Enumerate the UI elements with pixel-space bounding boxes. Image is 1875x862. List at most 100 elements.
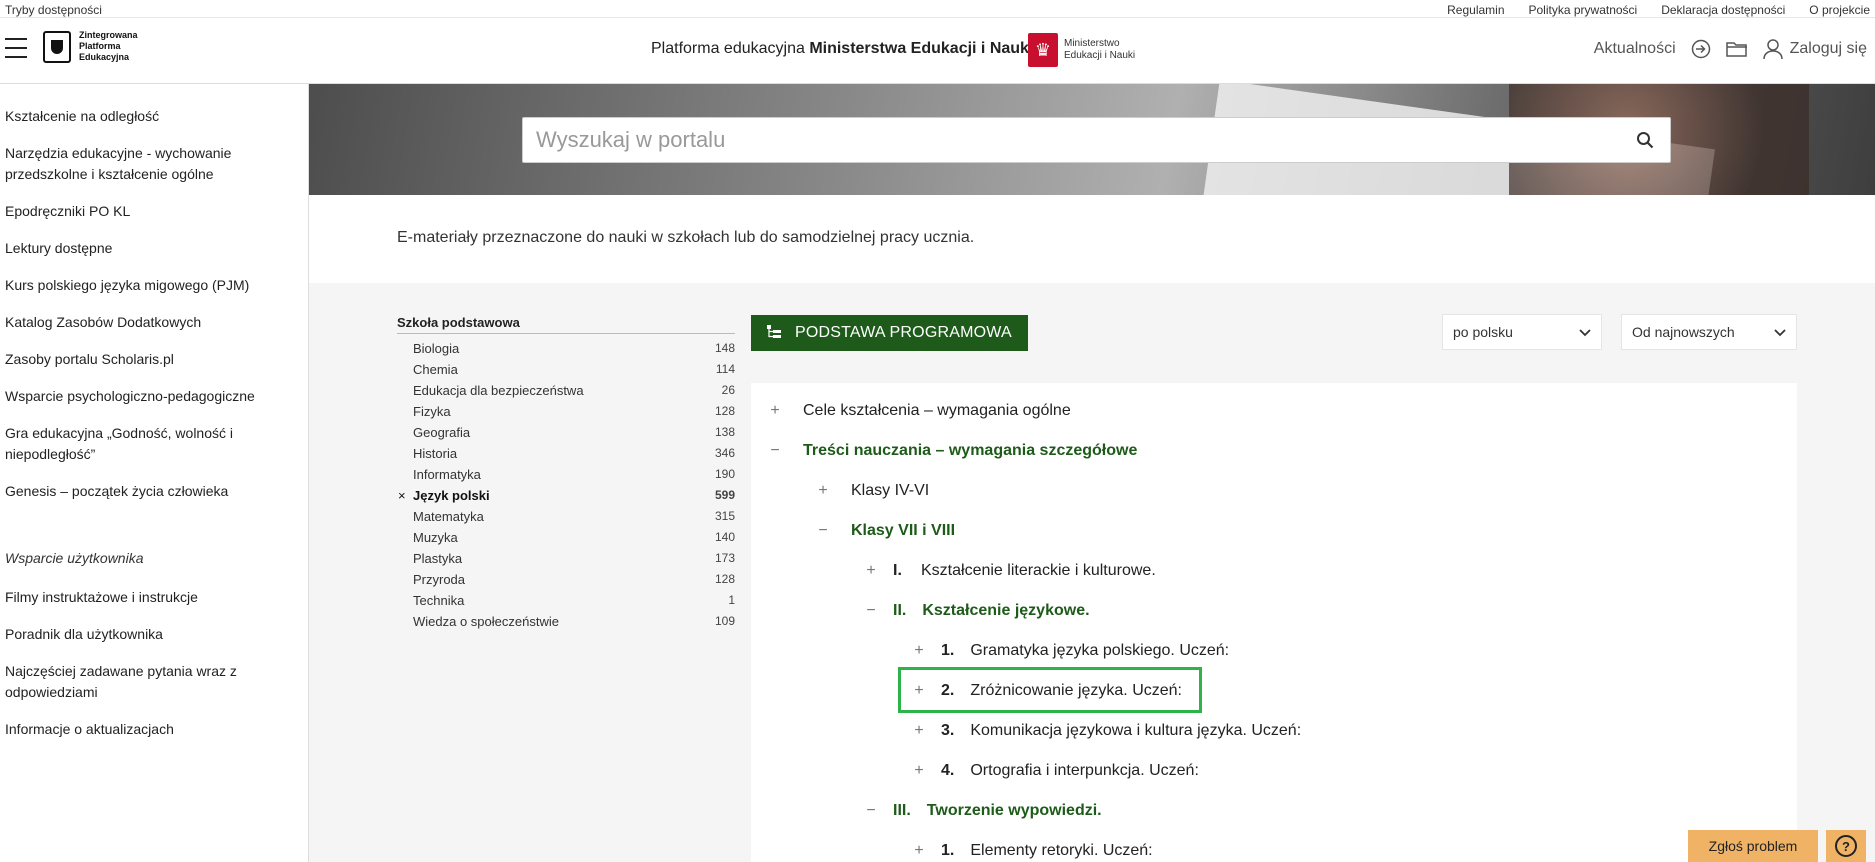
tree-row[interactable]: + Cele kształcenia – wymagania ogólne <box>765 399 1070 423</box>
expand-icon[interactable]: + <box>765 402 785 420</box>
utility-bar: Tryby dostępności Regulamin Polityka pry… <box>0 0 1875 18</box>
collapse-icon[interactable]: − <box>861 802 881 820</box>
subject-filter-item[interactable]: Wiedza o społeczeństwie 109 <box>397 611 735 632</box>
sign-in-icon[interactable] <box>1690 38 1712 60</box>
tree-row[interactable]: − III. Tworzenie wypowiedzi. <box>861 799 1101 823</box>
expand-icon[interactable]: + <box>909 682 929 700</box>
close-icon[interactable]: × <box>398 485 406 506</box>
chevron-down-icon <box>1579 324 1591 340</box>
question-mark-icon: ? <box>1835 835 1857 857</box>
tree-row[interactable]: +1. Gramatyka języka polskiego. Uczeń: <box>909 639 1229 663</box>
subject-filter-item[interactable]: Historia 346 <box>397 443 735 464</box>
subject-name: Biologia <box>413 341 460 356</box>
expand-icon[interactable]: + <box>909 842 929 860</box>
subject-filter-item[interactable]: Przyroda 128 <box>397 569 735 590</box>
sidebar-item-readings[interactable]: Lektury dostępne <box>0 238 117 259</box>
sort-select[interactable]: Od najnowszych <box>1621 314 1797 350</box>
collapse-icon[interactable]: − <box>813 522 833 540</box>
expand-icon[interactable]: + <box>813 482 833 500</box>
tree-row[interactable]: − II. Kształcenie językowe. <box>861 599 1089 623</box>
search-bar <box>522 117 1671 163</box>
subject-filter-item[interactable]: Edukacja dla bezpieczeństwa 26 <box>397 380 735 401</box>
tree-row-number: 1. <box>941 842 955 859</box>
login-link[interactable]: Zaloguj się <box>1790 40 1867 58</box>
sidebar-item-guide[interactable]: Poradnik dla użytkownika <box>0 624 168 645</box>
sidebar-item-genesis[interactable]: Genesis – początek życia człowieka <box>0 481 233 502</box>
sidebar-item-faq[interactable]: Najczęściej zadawane pytania wraz z odpo… <box>0 661 250 703</box>
user-icon[interactable] <box>1762 38 1784 60</box>
tree-row-label: Elementy retoryki. Uczeń: <box>970 842 1153 859</box>
terms-link[interactable]: Regulamin <box>1447 3 1504 17</box>
subject-filter-item[interactable]: Technika 1 <box>397 590 735 611</box>
expand-icon[interactable]: + <box>909 642 929 660</box>
chevron-down-icon <box>1774 324 1786 340</box>
subject-count: 148 <box>714 341 735 355</box>
tree-row-label: Klasy IV-VI <box>851 482 930 499</box>
subject-count: 128 <box>714 404 735 418</box>
accessibility-declaration-link[interactable]: Deklaracja dostępności <box>1661 3 1785 17</box>
subject-filter-item[interactable]: Fizyka 128 <box>397 401 735 422</box>
subject-count: 114 <box>715 362 735 376</box>
sidebar-item-scholaris[interactable]: Zasoby portalu Scholaris.pl <box>0 349 179 370</box>
support-section-title: Wsparcie użytkownika <box>5 550 144 566</box>
search-input[interactable] <box>523 118 1620 162</box>
intro-text: E-materiały przeznaczone do nauki w szko… <box>397 229 975 246</box>
zpe-logo[interactable]: Zintegrowana Platforma Edukacyjna <box>43 30 138 63</box>
core-curriculum-button[interactable]: PODSTAWA PROGRAMOWA <box>751 315 1028 351</box>
subject-filter-item[interactable]: Biologia 148 <box>397 338 735 359</box>
search-icon[interactable] <box>1620 117 1670 163</box>
utility-links: Regulamin Polityka prywatności Deklaracj… <box>1447 3 1870 17</box>
tree-row-label: Klasy VII i VIII <box>851 522 956 539</box>
tree-row[interactable]: + Klasy IV-VI <box>813 479 929 503</box>
help-button[interactable]: ? <box>1826 830 1866 862</box>
report-problem-button[interactable]: Zgłoś problem <box>1688 830 1818 862</box>
subject-filter-item[interactable]: Plastyka 173 <box>397 548 735 569</box>
subject-filter-item[interactable]: Geografia 138 <box>397 422 735 443</box>
news-link[interactable]: Aktualności <box>1594 40 1676 58</box>
subject-filter-item[interactable]: Muzyka 140 <box>397 527 735 548</box>
sidebar: Kształcenie na odległość Narzędzia eduka… <box>0 84 309 862</box>
subject-count: 173 <box>714 551 735 565</box>
sidebar-item-psych-support[interactable]: Wsparcie psychologiczno-pedagogiczne <box>0 386 260 407</box>
ministry-logo[interactable]: ♛ Ministerstwo Edukacji i Nauki <box>1028 33 1135 67</box>
subject-name: Technika <box>413 593 465 608</box>
subject-filter-item[interactable]: Informatyka 190 <box>397 464 735 485</box>
subject-name: Wiedza o społeczeństwie <box>413 614 559 629</box>
tree-row[interactable]: +2. Zróżnicowanie języka. Uczeń: <box>909 679 1182 703</box>
menu-icon[interactable] <box>5 38 27 58</box>
sidebar-item-educational-tools[interactable]: Narzędzia edukacyjne - wychowanie przeds… <box>0 143 260 185</box>
subject-list: Biologia 148 Chemia 114 Edukacja dla bezpiec… <box>397 338 735 632</box>
language-select[interactable]: po polsku <box>1442 314 1602 350</box>
subject-filter-item[interactable]: × Język polski 599 <box>397 485 735 506</box>
tree-row[interactable]: +3. Komunikacja językowa i kultura języka… <box>909 719 1301 743</box>
tree-row[interactable]: +4. Ortografia i interpunkcja. Uczeń: <box>909 759 1199 783</box>
sidebar-item-catalog[interactable]: Katalog Zasobów Dodatkowych <box>0 312 206 333</box>
privacy-link[interactable]: Polityka prywatności <box>1529 3 1638 17</box>
shield-logo-icon <box>43 30 71 63</box>
sidebar-item-updates[interactable]: Informacje o aktualizacjach <box>0 719 179 740</box>
collapse-icon[interactable]: − <box>861 602 881 620</box>
expand-icon[interactable]: + <box>861 562 881 580</box>
sidebar-item-remote-learning[interactable]: Kształcenie na odległość <box>0 106 164 127</box>
tree-row-number: 1. <box>941 642 955 659</box>
sidebar-item-game[interactable]: Gra edukacyjna „Godność, wolność i niepo… <box>0 423 250 465</box>
subject-filter-item[interactable]: Matematyka 315 <box>397 506 735 527</box>
collapse-icon[interactable]: − <box>765 442 785 460</box>
about-project-link[interactable]: O projekcie <box>1809 3 1870 17</box>
tree-row[interactable]: − Klasy VII i VIII <box>813 519 955 543</box>
expand-icon[interactable]: + <box>909 722 929 740</box>
tree-row[interactable]: +1. Elementy retoryki. Uczeń: <box>909 839 1153 862</box>
tree-row[interactable]: − Treści nauczania – wymagania szczegółow… <box>765 439 1137 463</box>
expand-icon[interactable]: + <box>909 762 929 780</box>
tree-row[interactable]: + I. Kształcenie literackie i kulturowe. <box>861 559 1155 583</box>
subject-count: 315 <box>714 509 735 523</box>
sidebar-item-epodreczniki[interactable]: Epodręczniki PO KL <box>0 201 135 222</box>
subject-count: 1 <box>728 593 735 607</box>
folder-icon[interactable] <box>1725 38 1748 60</box>
subject-filter-item[interactable]: Chemia 114 <box>397 359 735 380</box>
header-actions: Aktualności Zaloguj się <box>1594 38 1867 60</box>
sidebar-item-videos[interactable]: Filmy instruktażowe i instrukcje <box>0 587 203 608</box>
accessibility-modes-link[interactable]: Tryby dostępności <box>5 3 102 17</box>
sidebar-item-sign-language[interactable]: Kurs polskiego języka migowego (PJM) <box>0 275 254 296</box>
tree-row-label: Ortografia i interpunkcja. Uczeń: <box>970 762 1199 779</box>
